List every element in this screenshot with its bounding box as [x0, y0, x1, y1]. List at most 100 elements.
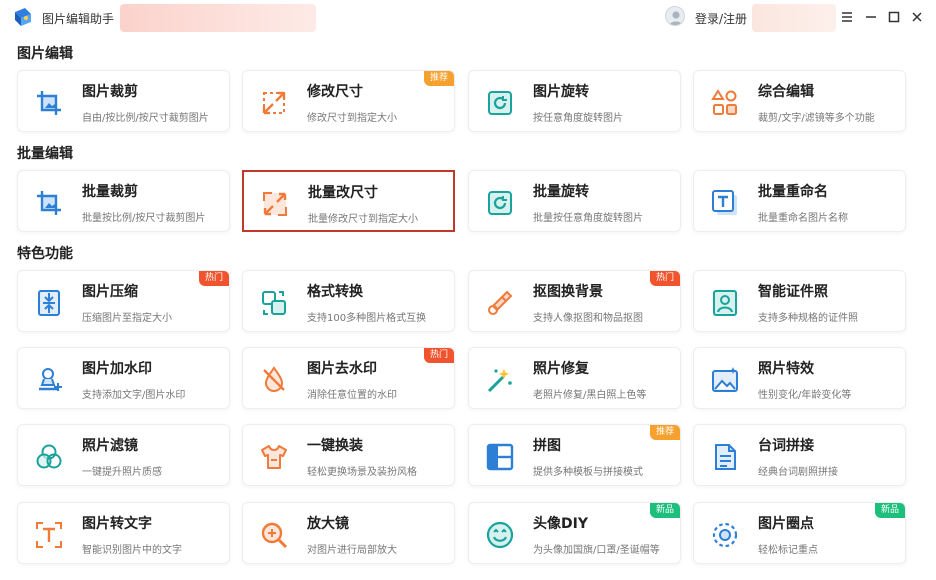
feature-card-title: 图片裁剪	[82, 84, 138, 100]
feature-badge: 推荐	[423, 71, 454, 86]
feature-card-description: 性别变化/年龄变化等	[758, 390, 852, 401]
feature-card-remove-watermark[interactable]: 图片去水印消除任意位置的水印 热门	[242, 347, 455, 409]
app-logo-icon	[12, 6, 34, 28]
id-photo-icon	[710, 288, 740, 318]
ocr-icon	[34, 520, 64, 550]
user-avatar-icon[interactable]	[665, 6, 685, 26]
feature-card-description: 压缩图片至指定大小	[82, 313, 172, 324]
feature-card-title: 智能证件照	[758, 284, 828, 300]
feature-card-shirt[interactable]: 一键换装 轻松更换场景及装扮风格	[242, 424, 455, 486]
feature-card-rotate[interactable]: 图片旋转 按任意角度旋转图片	[468, 70, 681, 132]
feature-card-title: 照片修复	[533, 361, 589, 377]
feature-badge: 热门	[423, 348, 454, 363]
feature-card-description: 轻松更换场景及装扮风格	[307, 467, 417, 478]
feature-card-title: 拼图	[533, 438, 561, 454]
feature-card-photo-effect[interactable]: 照片特效性别变化/年龄变化等	[693, 347, 906, 409]
feature-card-subtitle-stitch[interactable]: 台词拼接经典台词剧照拼接	[693, 424, 906, 486]
feature-card-description: 轻松标记重点	[758, 545, 818, 556]
blurred-banner	[120, 4, 316, 32]
rename-icon	[710, 188, 740, 218]
feature-card-description: 支持人像抠图和物品抠图	[533, 313, 643, 324]
feature-card-description: 支持100多种图片格式互换	[307, 313, 427, 324]
rotate-icon	[485, 88, 515, 118]
feature-card-shapes[interactable]: 综合编辑裁剪/文字/滤镜等多个功能	[693, 70, 906, 132]
feature-card-description: 支持多种规格的证件照	[758, 313, 858, 324]
feature-card-mark[interactable]: 图片圈点轻松标记重点 新品	[693, 502, 906, 564]
feature-card-filter[interactable]: 照片滤镜一键提升照片质感	[17, 424, 230, 486]
remove-watermark-icon	[259, 365, 289, 395]
menu-icon[interactable]	[838, 8, 856, 26]
close-icon[interactable]	[908, 8, 926, 26]
section-title-batch-edit: 批量编辑	[17, 146, 73, 162]
convert-icon	[259, 288, 289, 318]
batch-resize-icon	[260, 189, 290, 219]
feature-badge: 新品	[874, 503, 905, 518]
feature-card-resize[interactable]: 修改尺寸 修改尺寸到指定大小 推荐	[242, 70, 455, 132]
feature-card-title: 头像DIY	[533, 516, 588, 532]
feature-card-title: 照片特效	[758, 361, 814, 377]
feature-card-crop[interactable]: 图片裁剪 自由/按比例/按尺寸裁剪图片	[17, 70, 230, 132]
maximize-icon[interactable]	[885, 8, 903, 26]
feature-badge: 推荐	[649, 425, 680, 440]
feature-card-ocr[interactable]: 图片转文字 智能识别图片中的文字	[17, 502, 230, 564]
resize-icon	[259, 88, 289, 118]
magic-wand-icon	[485, 365, 515, 395]
feature-card-description: 提供多种模板与拼接模式	[533, 467, 643, 478]
section-title-featured: 特色功能	[17, 246, 73, 262]
magnifier-icon	[259, 520, 289, 550]
title-bar: 图片编辑助手 登录/注册	[0, 0, 936, 36]
feature-card-title: 综合编辑	[758, 84, 814, 100]
feature-card-title: 图片去水印	[307, 361, 377, 377]
feature-card-collage[interactable]: 拼图提供多种模板与拼接模式 推荐	[468, 424, 681, 486]
feature-card-rename[interactable]: 批量重命名批量重命名图片名称	[693, 170, 906, 232]
feature-card-description: 经典台词剧照拼接	[758, 467, 838, 478]
feature-card-description: 对图片进行局部放大	[307, 545, 397, 556]
feature-card-add-watermark[interactable]: 图片加水印支持添加文字/图片水印	[17, 347, 230, 409]
feature-card-title: 放大镜	[307, 516, 349, 532]
feature-card-title: 批量重命名	[758, 184, 828, 200]
feature-card-title: 图片加水印	[82, 361, 152, 377]
blurred-user-info	[752, 4, 836, 32]
feature-badge: 热门	[649, 271, 680, 286]
batch-rotate-icon	[485, 188, 515, 218]
feature-card-description: 为头像加国旗/口罩/圣诞帽等	[533, 545, 660, 556]
feature-card-batch-crop[interactable]: 批量裁剪 批量按比例/按尺寸裁剪图片	[17, 170, 230, 232]
collage-icon	[485, 442, 515, 472]
feature-card-cutout[interactable]: 抠图换背景支持人像抠图和物品抠图 热门	[468, 270, 681, 332]
feature-card-magnifier[interactable]: 放大镜对图片进行局部放大	[242, 502, 455, 564]
feature-card-batch-resize[interactable]: 批量改尺寸 批量修改尺寸到指定大小	[242, 170, 455, 232]
feature-card-description: 支持添加文字/图片水印	[82, 390, 186, 401]
feature-card-title: 图片圈点	[758, 516, 814, 532]
feature-card-title: 图片转文字	[82, 516, 152, 532]
feature-card-description: 老照片修复/黑白照上色等	[533, 390, 647, 401]
photo-effect-icon	[710, 365, 740, 395]
feature-card-id-photo[interactable]: 智能证件照支持多种规格的证件照	[693, 270, 906, 332]
login-register-link[interactable]: 登录/注册	[695, 10, 747, 27]
feature-card-convert[interactable]: 格式转换支持100多种图片格式互换	[242, 270, 455, 332]
feature-card-title: 格式转换	[307, 284, 363, 300]
minimize-icon[interactable]	[862, 8, 880, 26]
batch-crop-icon	[34, 188, 64, 218]
feature-card-batch-rotate[interactable]: 批量旋转 批量按任意角度旋转图片	[468, 170, 681, 232]
feature-card-title: 批量裁剪	[82, 184, 138, 200]
feature-card-title: 台词拼接	[758, 438, 814, 454]
feature-card-description: 消除任意位置的水印	[307, 390, 397, 401]
feature-card-avatar-diy[interactable]: 头像DIY 为头像加国旗/口罩/圣诞帽等 新品	[468, 502, 681, 564]
crop-icon	[34, 88, 64, 118]
feature-card-description: 批量按任意角度旋转图片	[533, 213, 643, 224]
feature-card-description: 批量重命名图片名称	[758, 213, 848, 224]
feature-card-description: 一键提升照片质感	[82, 467, 162, 478]
feature-card-description: 按任意角度旋转图片	[533, 113, 623, 124]
feature-card-title: 图片压缩	[82, 284, 138, 300]
filter-icon	[34, 442, 64, 472]
feature-card-title: 抠图换背景	[533, 284, 603, 300]
feature-card-compress[interactable]: 图片压缩 压缩图片至指定大小 热门	[17, 270, 230, 332]
cutout-icon	[485, 288, 515, 318]
subtitle-stitch-icon	[710, 442, 740, 472]
feature-card-title: 照片滤镜	[82, 438, 138, 454]
feature-card-magic-wand[interactable]: 照片修复老照片修复/黑白照上色等	[468, 347, 681, 409]
feature-card-description: 裁剪/文字/滤镜等多个功能	[758, 113, 875, 124]
feature-card-description: 批量修改尺寸到指定大小	[308, 214, 418, 225]
shapes-icon	[710, 88, 740, 118]
avatar-diy-icon	[485, 520, 515, 550]
